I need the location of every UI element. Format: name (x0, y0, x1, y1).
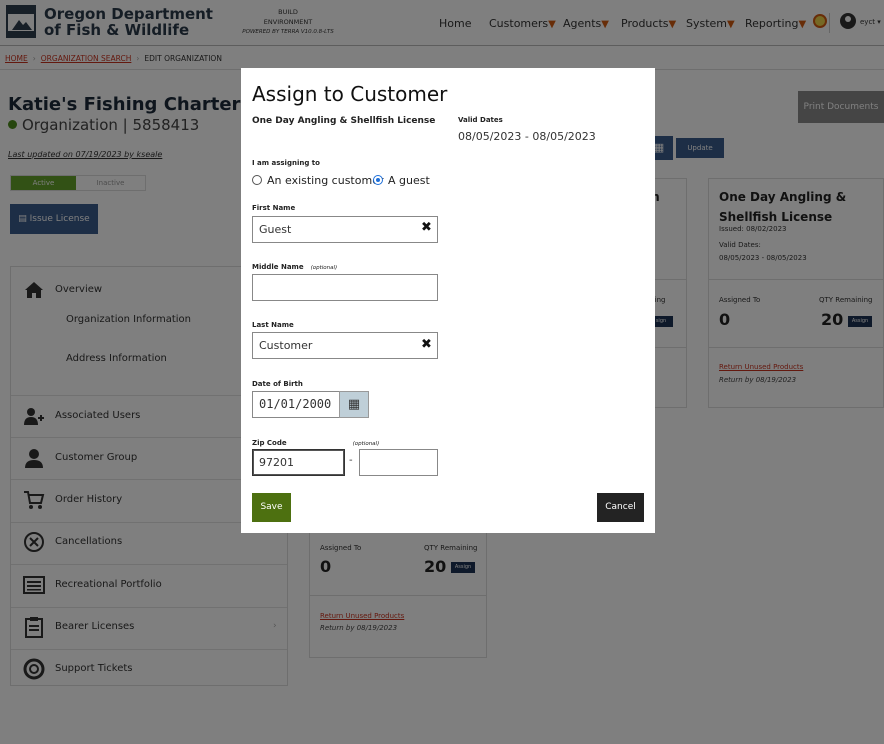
first-name-field[interactable]: Guest (252, 216, 438, 243)
modal-title: Assign to Customer (252, 82, 448, 106)
assign-customer-modal: Assign to Customer One Day Angling & She… (241, 68, 655, 533)
first-name-label: First Name (252, 204, 296, 212)
middle-name-label-text: Middle Name (252, 263, 304, 271)
clear-first-name-icon[interactable]: ✖ (421, 220, 432, 235)
radio-guest-label[interactable]: A guest (388, 174, 430, 187)
radio-existing-label[interactable]: An existing customer (267, 174, 383, 187)
valid-dates-label: Valid Dates (458, 116, 503, 124)
optional-hint: (optional) (310, 265, 338, 271)
clear-last-name-icon[interactable]: ✖ (421, 337, 432, 352)
zip-label: Zip Code (optional) (252, 439, 379, 447)
last-name-field[interactable]: Customer (252, 332, 438, 359)
dob-field[interactable]: 01/01/2000 (252, 391, 340, 418)
optional-hint: (optional) (352, 441, 380, 447)
middle-name-label: Middle Name (optional) (252, 263, 337, 271)
zip-extension-field[interactable] (359, 449, 438, 476)
dob-label: Date of Birth (252, 380, 303, 388)
calendar-icon[interactable]: ▦ (339, 391, 369, 418)
zip-code-field[interactable]: 97201 (252, 449, 345, 476)
save-button[interactable]: Save (252, 493, 291, 522)
last-name-label: Last Name (252, 321, 294, 329)
product-name: One Day Angling & Shellfish License (252, 116, 436, 126)
zip-dash: - (349, 455, 353, 466)
radio-guest[interactable] (373, 175, 383, 185)
valid-dates: 08/05/2023 - 08/05/2023 (458, 130, 596, 143)
assigning-to-label: I am assigning to (252, 159, 320, 167)
radio-existing-customer[interactable] (252, 175, 262, 185)
zip-label-text: Zip Code (252, 439, 287, 447)
cancel-button[interactable]: Cancel (597, 493, 644, 522)
middle-name-field[interactable] (252, 274, 438, 301)
